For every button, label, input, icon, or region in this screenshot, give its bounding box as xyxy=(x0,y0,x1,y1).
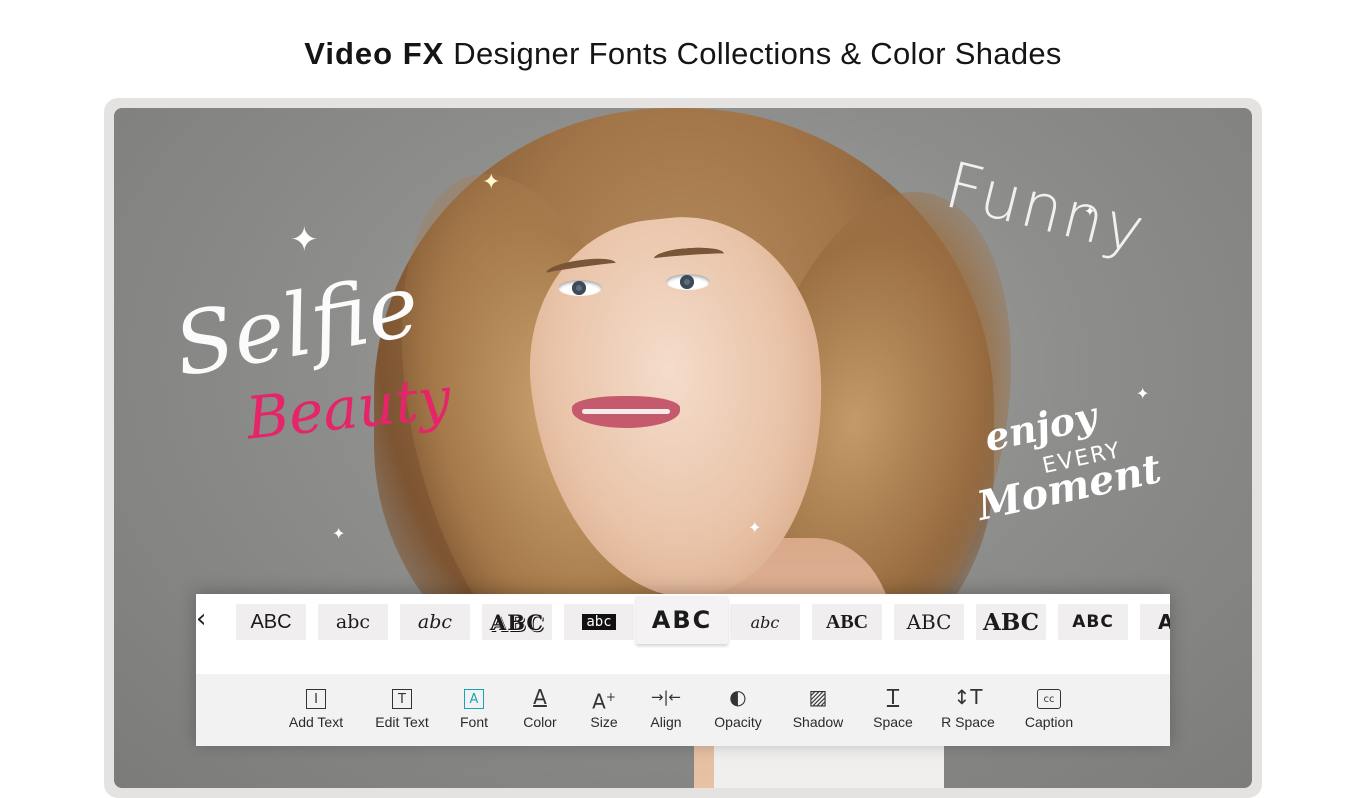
portrait-eye-right xyxy=(666,274,710,290)
sparkle-icon: ✦ xyxy=(332,524,346,543)
tool-label: Caption xyxy=(1024,714,1074,730)
font-sample: abc xyxy=(750,612,780,632)
add-text-button[interactable]: I Add Text xyxy=(286,682,346,742)
space-button[interactable]: T Space xyxy=(870,682,916,742)
tool-label: Align xyxy=(650,714,682,730)
space-icon: T xyxy=(886,685,900,709)
color-button[interactable]: A Color xyxy=(518,682,562,742)
sparkle-icon: ✦ xyxy=(1136,384,1150,403)
font-sample: ABC xyxy=(651,606,713,634)
tool-label: R Space xyxy=(941,714,995,730)
font-option[interactable]: ABC xyxy=(236,604,306,640)
font-sample: A xyxy=(1158,610,1170,634)
font-icon: A xyxy=(452,682,496,712)
tool-label: Size xyxy=(590,714,618,730)
font-option[interactable]: ABC xyxy=(482,604,552,640)
sparkle-icon: ✦ xyxy=(290,220,319,260)
text-tools-toolbar: I Add Text T Edit Text A Font A Color A+… xyxy=(196,674,1170,746)
font-sample: ABC xyxy=(982,608,1040,636)
edit-text-icon: T xyxy=(372,682,432,712)
color-icon: A xyxy=(533,685,547,709)
add-text-icon: I xyxy=(286,682,346,712)
tool-label: Edit Text xyxy=(375,714,429,730)
font-option[interactable]: abc xyxy=(730,604,800,640)
align-icon: →|← xyxy=(650,688,682,706)
sparkle-icon: ✦ xyxy=(482,170,501,195)
moment-text-sticker: Moment xyxy=(973,445,1166,530)
caption-button[interactable]: cc Caption xyxy=(1020,682,1078,742)
tool-label: Opacity xyxy=(714,714,762,730)
shadow-button[interactable]: ▨ Shadow xyxy=(788,682,848,742)
tool-label: Space xyxy=(873,714,913,730)
font-sample: abc xyxy=(417,611,453,633)
tool-label: Font xyxy=(459,714,488,730)
font-option[interactable]: abc xyxy=(564,604,634,640)
size-icon: A+ xyxy=(592,689,616,714)
opacity-icon: ◐ xyxy=(729,685,747,709)
font-option[interactable]: ABC xyxy=(1058,604,1128,640)
headline-bold: Video FX xyxy=(304,36,445,71)
font-option[interactable]: ABC xyxy=(976,604,1046,640)
tool-label: Shadow xyxy=(792,714,844,730)
font-sample: ABC xyxy=(1072,612,1114,632)
row-space-button[interactable]: ↕T R Space xyxy=(938,682,998,742)
tool-label: Color xyxy=(523,714,557,730)
font-option[interactable]: ABC xyxy=(812,604,882,640)
portrait-eye-left xyxy=(558,280,602,296)
font-button[interactable]: A Font xyxy=(452,682,496,742)
scroll-left-icon[interactable]: ‹ xyxy=(196,604,210,636)
font-option[interactable]: A xyxy=(1140,604,1170,640)
opacity-button[interactable]: ◐ Opacity xyxy=(708,682,768,742)
shadow-icon: ▨ xyxy=(808,685,828,709)
sparkle-icon: ✦ xyxy=(1084,204,1096,220)
text-editor-panel: ‹ ABC abc abc ABC abc ABC abc ABC ABC AB… xyxy=(196,594,1170,746)
edit-text-button[interactable]: T Edit Text xyxy=(372,682,432,742)
headline-rest: Designer Fonts Collections & Color Shade… xyxy=(444,36,1062,71)
tool-label: Add Text xyxy=(288,714,344,730)
font-sample: ABC xyxy=(825,610,869,633)
font-sample: abc xyxy=(582,614,616,630)
font-option-selected[interactable]: ABC xyxy=(636,596,728,644)
font-sample: ABC xyxy=(489,609,545,635)
font-option[interactable]: abc xyxy=(318,604,388,640)
row-space-icon: ↕T xyxy=(953,685,983,709)
font-option[interactable]: ABC xyxy=(894,604,964,640)
caption-icon: cc xyxy=(1020,682,1078,712)
page-headline: Video FX Designer Fonts Collections & Co… xyxy=(0,36,1366,72)
sparkle-icon: ✦ xyxy=(748,518,762,537)
size-button[interactable]: A+ Size xyxy=(582,682,626,742)
font-sample: ABC xyxy=(906,610,952,634)
font-picker-strip[interactable]: ‹ ABC abc abc ABC abc ABC abc ABC ABC AB… xyxy=(196,594,1170,674)
font-sample: abc xyxy=(335,611,371,633)
font-option[interactable]: abc xyxy=(400,604,470,640)
every-text-sticker: EVERY xyxy=(1040,437,1124,480)
font-sample: ABC xyxy=(250,610,292,633)
align-button[interactable]: →|← Align xyxy=(644,682,688,742)
